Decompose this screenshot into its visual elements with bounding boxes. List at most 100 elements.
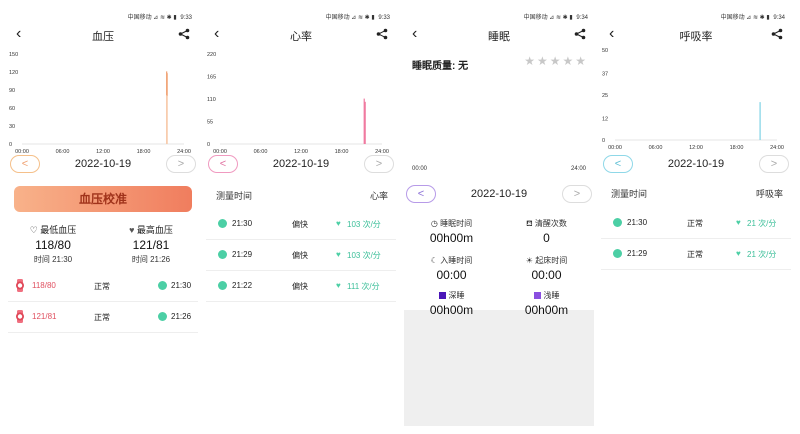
y-tick-label: 0 — [602, 138, 605, 144]
panel-blood-pressure: 中国移动 ⊿ ≋ ✱ ▮ 9:33 ‹ 血压 150 120 90 60 30 0 00:0… — [8, 12, 198, 426]
app-bar: ‹ 心率 — [206, 24, 396, 48]
bp-range-bar — [166, 71, 168, 96]
panel-sleep: 中国移动 ⊿ ≋ ✱ ▮ 9:34 ‹ 睡眠 睡眠质量: 无 ★★★★★ 00:… — [404, 12, 594, 426]
resp-record-time: 21:30 — [627, 218, 648, 227]
bp-record-row[interactable]: 118/80 正常 21:30 — [8, 271, 198, 302]
deep-sleep-label: 深睡 — [448, 291, 465, 300]
star-rating-icon: ★★★★★ — [524, 54, 588, 68]
hr-record-time: 21:22 — [232, 281, 253, 290]
hr-record-row[interactable]: 21:29 偏快 ♥ 103 次/分 — [206, 240, 396, 271]
bp-record-row[interactable]: 121/81 正常 21:26 — [8, 302, 198, 333]
signal-icon: ⊿ ≋ ✱ ▮ — [746, 15, 770, 21]
signal-icon: ⊿ ≋ ✱ ▮ — [153, 15, 177, 21]
bp-calibrate-button[interactable]: 血压校准 — [14, 186, 192, 212]
date-navigator: < 2022-10-19 > — [8, 155, 198, 177]
signal-icon: ⊿ ≋ ✱ ▮ — [549, 15, 573, 21]
sleep-quality-label: 睡眠质量: 无 — [412, 61, 469, 72]
column-rate: 呼吸率 — [755, 189, 783, 199]
bed-time-value: 00:00 — [436, 268, 467, 282]
page-title: 心率 — [290, 31, 312, 43]
hr-chart-svg: 22016511055000:00 06:00 12:00 18:00 24:00 — [207, 52, 389, 155]
sleep-time-block: ◷ 睡眠时间 00h00m — [404, 218, 499, 245]
share-icon[interactable] — [178, 28, 190, 40]
x-tick-label: 12:00 — [689, 145, 703, 151]
carrier-text: 中国移动 — [720, 15, 745, 21]
signal-icon: ⊿ ≋ ✱ ▮ — [351, 15, 375, 21]
y-tick-label: 110 — [207, 97, 216, 103]
light-sleep-block: 浅睡 00h00m — [499, 290, 594, 317]
date-navigator: < 2022-10-19 > — [404, 185, 594, 207]
bp-record-value: 121/81 — [32, 312, 57, 321]
y-tick-label: 0 — [9, 142, 12, 148]
heart-icon: ♥ — [336, 281, 341, 290]
status-bar: 中国移动 ⊿ ≋ ✱ ▮ 9:33 — [8, 12, 198, 24]
next-day-button[interactable]: > — [562, 185, 592, 203]
deep-sleep-value: 00h00m — [429, 303, 474, 317]
carrier-text: 中国移动 — [127, 15, 152, 21]
heart-icon: ♥ — [736, 218, 741, 227]
clock-icon — [158, 312, 167, 321]
hr-chart: 220 165 110 55 0 00:00 06:00 12:00 18:00 24:00 — [206, 48, 396, 158]
panel-respiration: 中国移动 ⊿ ≋ ✱ ▮ 9:34 ‹ 呼吸率 50 37 25 12 0 00:00 06… — [601, 12, 791, 426]
resp-record-rate: 21 次/分 — [747, 219, 777, 228]
wake-count-value: 0 — [543, 231, 550, 245]
watch-icon — [14, 310, 26, 325]
next-day-button[interactable]: > — [364, 155, 394, 173]
share-icon[interactable] — [376, 28, 388, 40]
clock-icon — [158, 281, 167, 290]
next-day-button[interactable]: > — [759, 155, 789, 173]
hr-record-status: 偏快 — [292, 251, 308, 260]
sun-icon: ☀ — [525, 256, 533, 265]
hr-record-time: 21:30 — [232, 219, 253, 228]
bp-chart-svg: 150120906030000:00 06:00 12:00 18:00 24:00 — [9, 52, 191, 155]
next-day-button[interactable]: > — [166, 155, 196, 173]
rise-time-label: 起床时间 — [535, 256, 568, 265]
resp-record-row[interactable]: 21:30 正常 ♥ 21 次/分 — [601, 208, 791, 239]
column-rate: 心率 — [369, 191, 388, 201]
y-tick-label: 220 — [207, 52, 216, 58]
hr-record-status: 偏快 — [292, 282, 308, 291]
light-sleep-legend-icon — [533, 292, 541, 300]
status-time: 9:33 — [180, 15, 192, 21]
axis-end-label: 24:00 — [570, 166, 586, 172]
y-tick-label: 30 — [9, 124, 15, 130]
panel-heart-rate: 中国移动 ⊿ ≋ ✱ ▮ 9:33 ‹ 心率 220 165 110 55 0 00:00… — [206, 12, 396, 426]
resp-record-row[interactable]: 21:29 正常 ♥ 21 次/分 — [601, 239, 791, 270]
page-title: 呼吸率 — [679, 31, 713, 43]
clock-icon — [218, 250, 227, 259]
bp-chart: 150 120 90 60 30 0 00:00 06:00 12:00 18:00 24:00 — [8, 48, 198, 158]
share-icon[interactable] — [771, 28, 783, 40]
clock-icon — [613, 218, 622, 227]
bp-max-label: 最高血压 — [136, 225, 173, 235]
heart-icon: ♥ — [336, 250, 341, 259]
x-tick-label: 24:00 — [770, 145, 784, 151]
bp-max-time: 时间 21:26 — [131, 255, 171, 264]
y-tick-label: 12 — [602, 116, 608, 122]
deep-sleep-legend-icon — [438, 292, 446, 300]
hr-record-rate: 103 次/分 — [347, 220, 381, 229]
status-bar: 中国移动 ⊿ ≋ ✱ ▮ 9:34 — [404, 12, 594, 24]
bp-record-status: 正常 — [94, 282, 110, 291]
x-tick-label: 00:00 — [608, 145, 622, 151]
heart-filled-icon: ♥ — [129, 225, 135, 235]
heart-outline-icon: ♡ — [29, 225, 38, 235]
hr-record-row[interactable]: 21:30 偏快 ♥ 103 次/分 — [206, 209, 396, 240]
date-navigator: < 2022-10-19 > — [206, 155, 396, 177]
bp-min-time: 时间 21:30 — [33, 255, 73, 264]
status-time: 9:34 — [773, 15, 785, 21]
share-icon[interactable] — [574, 28, 586, 40]
y-tick-label: 60 — [9, 106, 15, 112]
wake-count-block: ⛾ 清醒次数 0 — [499, 218, 594, 245]
axis-start-label: 00:00 — [412, 166, 428, 172]
y-tick-label: 37 — [602, 71, 608, 77]
bp-min-block: ♡ 最低血压 118/80 时间 21:30 — [8, 223, 98, 265]
hr-record-row[interactable]: 21:22 偏快 ♥ 111 次/分 — [206, 271, 396, 302]
clock-icon — [613, 249, 622, 258]
wake-count-label: 清醒次数 — [534, 219, 567, 228]
rise-time-value: 00:00 — [531, 268, 562, 282]
resp-record-rate: 21 次/分 — [747, 250, 777, 259]
carrier-text: 中国移动 — [325, 15, 350, 21]
y-tick-label: 150 — [9, 52, 18, 58]
page-title: 血压 — [92, 31, 114, 43]
resp-chart: 50 37 25 12 0 00:00 06:00 12:00 18:00 24:00 — [601, 44, 791, 154]
